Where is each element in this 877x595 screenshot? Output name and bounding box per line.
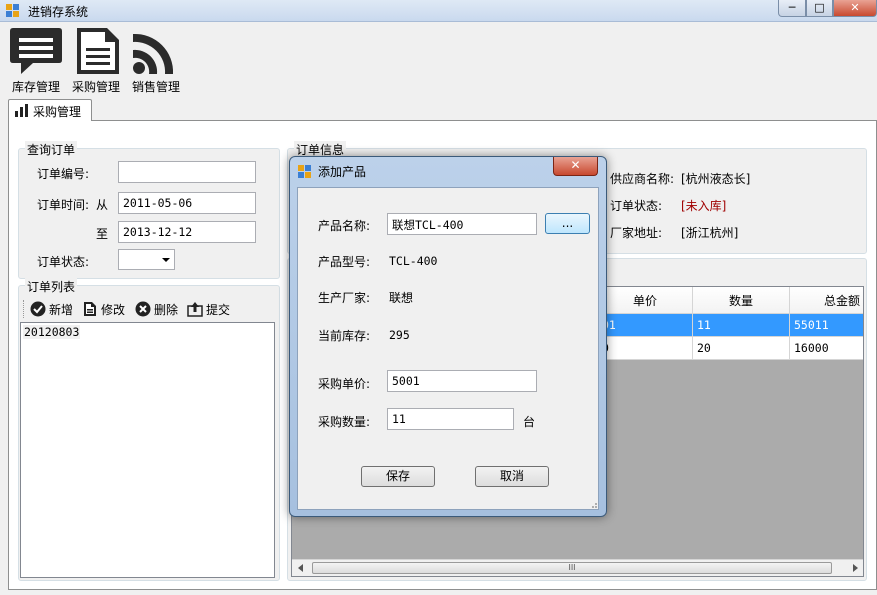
- stock-value: 295: [389, 328, 410, 342]
- scroll-right-icon[interactable]: [853, 564, 858, 572]
- toolbar-grip: [23, 300, 25, 318]
- delete-order-label: 删除: [154, 302, 179, 317]
- horizontal-scrollbar[interactable]: III: [292, 559, 863, 576]
- order-status-label: 订单状态:: [610, 199, 663, 213]
- check-circle-icon: [30, 301, 46, 317]
- cancel-button[interactable]: 取消: [475, 466, 549, 487]
- supplier-label: 供应商名称:: [610, 172, 675, 186]
- from-date-input[interactable]: 2011-05-06: [118, 192, 256, 214]
- query-group-title: 查询订单: [25, 141, 78, 158]
- maker-value: 联想: [389, 291, 414, 305]
- order-no-label: 订单编号:: [37, 167, 90, 181]
- product-name-input[interactable]: 联想TCL-400: [387, 213, 537, 235]
- edit-order-button[interactable]: 修改: [82, 300, 125, 318]
- grid-header-total[interactable]: 总金额: [790, 287, 863, 314]
- bar-chart-icon: [15, 104, 28, 117]
- save-button[interactable]: 保存: [361, 466, 435, 487]
- submit-order-label: 提交: [206, 302, 231, 317]
- speech-bubble-icon: [10, 28, 62, 74]
- status-label: 订单状态:: [37, 255, 90, 269]
- browse-product-button[interactable]: ...: [545, 213, 590, 234]
- qty-unit-label: 台: [523, 415, 536, 429]
- status-select[interactable]: [118, 249, 175, 270]
- window-titlebar: [0, 0, 877, 22]
- dialog-body: 产品名称: 联想TCL-400 ... 产品型号: TCL-400 生产厂家: …: [297, 187, 599, 510]
- maker-label: 生产厂家:: [318, 291, 371, 305]
- resize-grip-icon[interactable]: [588, 499, 598, 509]
- order-no-input[interactable]: [118, 161, 256, 183]
- dialog-title: 添加产品: [318, 165, 367, 179]
- purchase-button[interactable]: 采购管理: [68, 26, 124, 94]
- document-icon: [77, 28, 119, 74]
- dialog-close-button[interactable]: ✕: [553, 157, 598, 176]
- tab-purchase[interactable]: 采购管理: [8, 99, 92, 121]
- close-button[interactable]: ✕: [833, 0, 877, 17]
- purchase-qty-label: 采购数量:: [318, 415, 371, 429]
- address-label: 厂家地址:: [610, 226, 663, 240]
- minimize-button[interactable]: ─: [778, 0, 806, 17]
- grid-cell-price: 0: [598, 337, 693, 360]
- chevron-down-icon: [162, 258, 170, 262]
- scroll-thumb[interactable]: III: [312, 562, 832, 574]
- order-listbox[interactable]: 20120803: [20, 322, 275, 578]
- inventory-label: 库存管理: [11, 80, 60, 94]
- tab-label: 采购管理: [33, 105, 82, 119]
- purchase-qty-input[interactable]: 11: [387, 408, 514, 430]
- list-item[interactable]: 20120803: [23, 325, 81, 339]
- grid-cell-qty: 20: [693, 337, 790, 360]
- edit-document-icon: [84, 302, 96, 316]
- upload-icon: [187, 302, 203, 317]
- add-order-label: 新增: [49, 302, 74, 317]
- submit-order-button[interactable]: 提交: [187, 300, 230, 318]
- grid-header-price[interactable]: 单价: [598, 287, 693, 314]
- purchase-label: 采购管理: [71, 80, 120, 94]
- order-status-value: [未入库]: [681, 199, 727, 213]
- rss-icon: [133, 33, 174, 74]
- delete-order-button[interactable]: 删除: [135, 300, 178, 318]
- window-title: 进销存系统: [28, 5, 89, 19]
- product-name-label: 产品名称:: [318, 219, 371, 233]
- maximize-button[interactable]: □: [806, 0, 833, 17]
- order-list-title: 订单列表: [25, 278, 78, 295]
- grid-cell-total: 55011: [790, 314, 863, 337]
- edit-order-label: 修改: [101, 302, 126, 317]
- grid-cell-total: 16000: [790, 337, 863, 360]
- inventory-button[interactable]: 库存管理: [8, 26, 64, 94]
- sales-label: 销售管理: [131, 80, 180, 94]
- model-label: 产品型号:: [318, 255, 371, 269]
- order-time-label: 订单时间:: [37, 198, 90, 212]
- add-product-dialog: 添加产品 ✕ 产品名称: 联想TCL-400 ... 产品型号: TCL-400…: [289, 156, 607, 517]
- grid-cell-qty: 11: [693, 314, 790, 337]
- scroll-left-icon[interactable]: [298, 564, 303, 572]
- delete-circle-icon: [135, 301, 151, 317]
- dialog-app-icon: [298, 165, 311, 178]
- grid-cell-price: 01: [598, 314, 693, 337]
- stock-label: 当前库存:: [318, 329, 371, 343]
- supplier-value: [杭州液态长]: [681, 172, 751, 186]
- sales-button[interactable]: 销售管理: [128, 26, 184, 94]
- from-label: 从: [96, 198, 109, 212]
- to-date-input[interactable]: 2013-12-12: [118, 221, 256, 243]
- add-order-button[interactable]: 新增: [30, 300, 73, 318]
- app-icon: [6, 4, 20, 18]
- model-value: TCL-400: [389, 254, 438, 268]
- to-label: 至: [96, 227, 109, 241]
- address-value: [浙江杭州]: [681, 226, 739, 240]
- purchase-price-input[interactable]: 5001: [387, 370, 537, 392]
- grid-header-qty[interactable]: 数量: [693, 287, 790, 314]
- purchase-price-label: 采购单价:: [318, 377, 371, 391]
